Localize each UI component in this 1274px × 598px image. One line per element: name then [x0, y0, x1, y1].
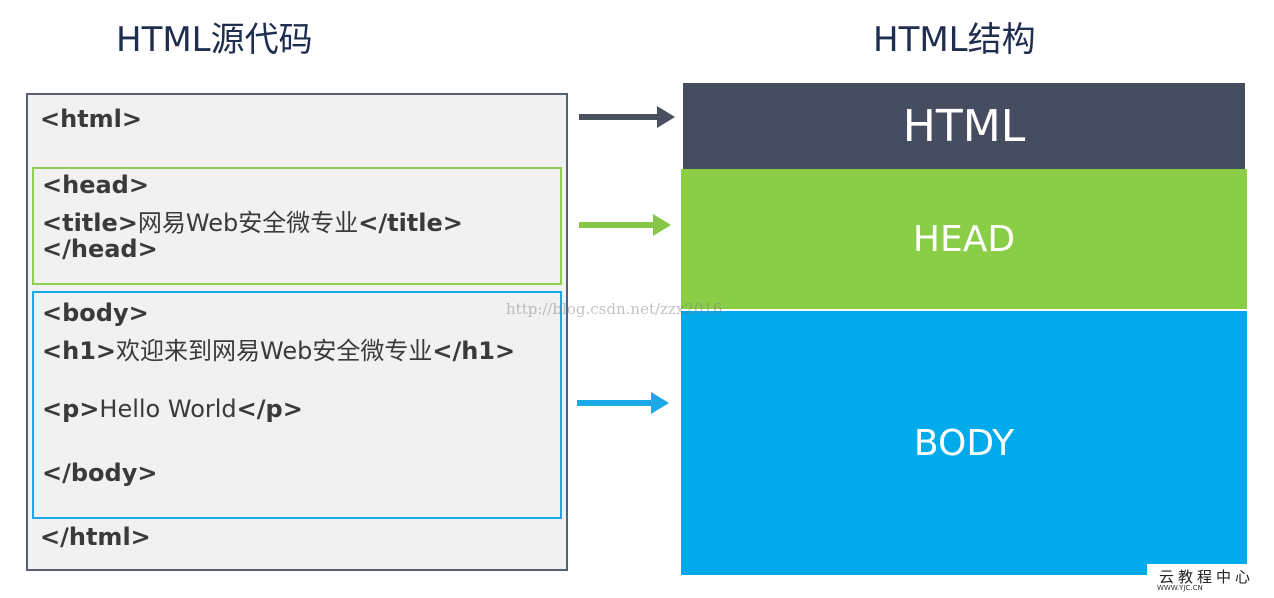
watermark-text: http://blog.csdn.net/zzx2016	[506, 300, 723, 318]
head-open-tag: <head>	[42, 171, 149, 199]
site-logo: 云教程中心 WWW.YJC.CN	[1147, 564, 1257, 594]
body-block-label: BODY	[913, 422, 1015, 464]
body-arrow-icon	[577, 392, 669, 414]
head-structure-block: HEAD	[681, 169, 1247, 309]
body-close-tag: </body>	[42, 459, 158, 487]
h1-text: 欢迎来到网易Web安全微专业	[116, 337, 433, 365]
html-close-section: </html>	[32, 521, 562, 567]
html-arrow-icon	[579, 106, 675, 128]
body-section: <body> <h1>欢迎来到网易Web安全微专业</h1> <p>Hello …	[32, 291, 562, 519]
p-line: <p>Hello World</p>	[42, 395, 303, 423]
h1-open-tag: <h1>	[42, 337, 117, 365]
p-close-tag: </p>	[236, 395, 303, 423]
html-structure-block: HTML	[683, 83, 1245, 169]
html-open-section: <html>	[32, 97, 562, 163]
html-block-label: HTML	[902, 100, 1026, 152]
body-structure-block: BODY	[681, 311, 1247, 575]
p-text: Hello World	[99, 395, 237, 423]
head-close-tag: </head>	[42, 235, 158, 263]
p-open-tag: <p>	[42, 395, 100, 423]
head-block-label: HEAD	[912, 218, 1016, 260]
h1-line: <h1>欢迎来到网易Web安全微专业</h1>	[42, 331, 515, 366]
head-section: <head> <title>网易Web安全微专业</title> </head>	[32, 167, 562, 285]
title-open-tag: <title>	[42, 209, 138, 237]
html-open-tag: <html>	[40, 105, 143, 133]
logo-sub-text: WWW.YJC.CN	[1157, 584, 1203, 592]
structure-title: HTML结构	[873, 20, 1036, 60]
html-close-tag: </html>	[40, 523, 151, 551]
title-text: 网易Web安全微专业	[137, 209, 359, 237]
source-code-title: HTML源代码	[116, 20, 313, 60]
h1-close-tag: </h1>	[432, 337, 516, 365]
source-code-panel: <html> <head> <title>网易Web安全微专业</title> …	[26, 93, 568, 571]
title-line: <title>网易Web安全微专业</title>	[42, 203, 463, 238]
body-open-tag: <body>	[42, 299, 149, 327]
title-close-tag: </title>	[358, 209, 463, 237]
head-arrow-icon	[579, 214, 671, 236]
